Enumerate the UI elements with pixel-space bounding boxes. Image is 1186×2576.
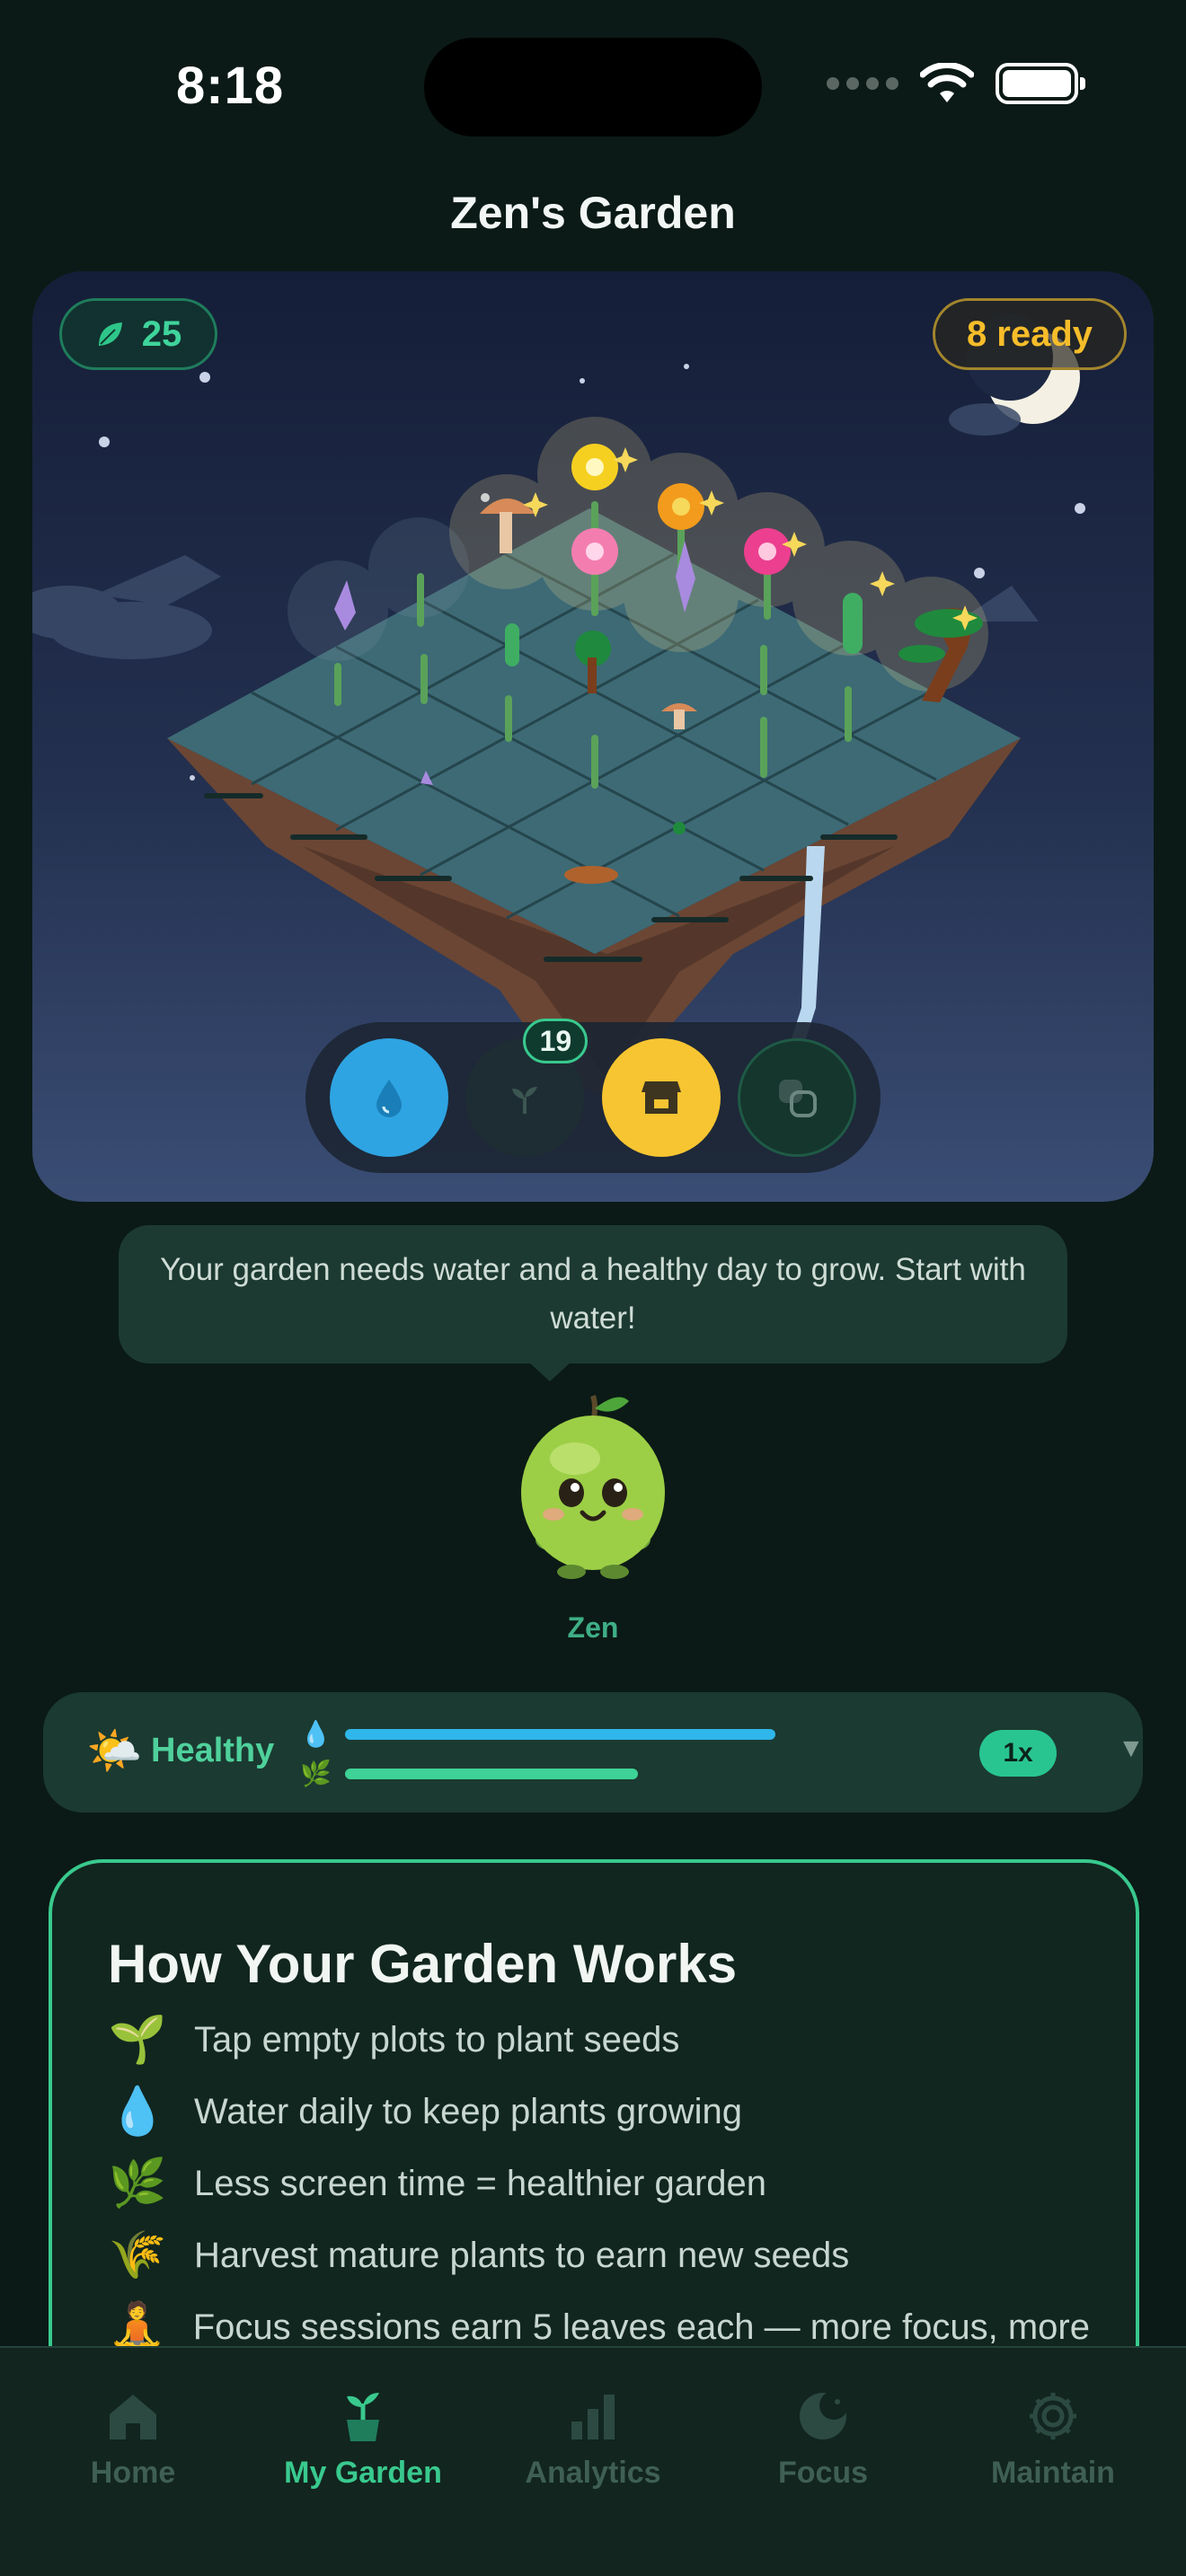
garden-health-bar[interactable]: 🌤️ Healthy 💧 🌿 1x ▼	[43, 1692, 1145, 1813]
speech-bubble-tail	[528, 1362, 571, 1381]
herb-icon: 🌿	[300, 1760, 332, 1787]
health-level-bar	[345, 1768, 638, 1779]
status-time: 8:18	[176, 57, 285, 115]
water-level-bar	[345, 1728, 775, 1740]
sprout-pot-icon	[347, 2393, 379, 2441]
merge-icon	[778, 1080, 817, 1117]
tab-my-garden[interactable]: My Garden	[255, 2348, 471, 2576]
page-title: Zen's Garden	[450, 188, 736, 238]
tab-maintain[interactable]: Maintain	[945, 2348, 1161, 2576]
wifi-icon	[920, 63, 974, 102]
health-status: Healthy	[151, 1732, 275, 1769]
gear-icon	[1030, 2393, 1076, 2439]
bar-chart-icon	[571, 2395, 615, 2439]
garden-scene[interactable]: 25 8 ready 19	[32, 271, 1154, 1202]
merge-button[interactable]	[737, 1038, 856, 1157]
tab-bar: Home My Garden Analytics Focus Maintain	[0, 2346, 1186, 2576]
partly-sunny-icon: 🌤️	[86, 1725, 143, 1776]
list-item: 🌿 Less screen time = healthier garden	[108, 2157, 1096, 2210]
tab-home[interactable]: Home	[25, 2348, 241, 2576]
water-drop-icon: 💧	[108, 2086, 167, 2138]
list-item: 💧 Water daily to keep plants growing	[108, 2086, 1096, 2138]
tab-label: My Garden	[284, 2456, 442, 2490]
moon-icon	[800, 2391, 848, 2439]
sprout-icon	[512, 1087, 538, 1114]
shop-icon	[641, 1081, 681, 1114]
tab-label: Analytics	[525, 2456, 661, 2490]
seed-count-badge: 19	[523, 1019, 589, 1063]
water-button[interactable]	[330, 1038, 449, 1157]
tab-label: Home	[90, 2456, 176, 2490]
ready-count-badge[interactable]: 8 ready	[933, 298, 1127, 370]
wheat-icon: 🌾	[108, 2229, 167, 2281]
status-bar: 8:18	[0, 0, 1186, 171]
cellular-signal-icon	[827, 77, 898, 90]
leaf-icon	[98, 322, 122, 346]
status-icons	[827, 63, 1085, 104]
tab-label: Maintain	[991, 2456, 1115, 2490]
tab-focus[interactable]: Focus	[715, 2348, 931, 2576]
tab-label: Focus	[777, 2456, 869, 2490]
tab-analytics[interactable]: Analytics	[485, 2348, 701, 2576]
leaf-count: 25	[141, 313, 182, 354]
plant-seed-button[interactable]: 19	[465, 1019, 589, 1157]
leaf-balance: 25	[59, 298, 217, 370]
speed-badge[interactable]: 1x	[979, 1730, 1057, 1777]
dynamic-island	[424, 38, 762, 137]
battery-icon	[996, 63, 1085, 104]
herb-icon: 🌿	[108, 2157, 167, 2210]
mascot-avatar[interactable]	[503, 1387, 683, 1584]
chevron-down-icon[interactable]: ▼	[1118, 1734, 1145, 1764]
list-item-text: Water daily to keep plants growing	[194, 2092, 742, 2131]
list-item-text: Tap empty plots to plant seeds	[194, 2020, 680, 2060]
seedling-icon: 🌱	[108, 2014, 167, 2066]
water-meter: 💧	[300, 1719, 775, 1749]
house-icon	[110, 2395, 156, 2439]
shop-button[interactable]	[601, 1038, 721, 1157]
water-drop-icon: 💧	[300, 1720, 332, 1748]
list-item-text: Harvest mature plants to earn new seeds	[194, 2236, 850, 2275]
mascot-name: Zen	[567, 1611, 619, 1644]
list-item: 🌾 Harvest mature plants to earn new seed…	[108, 2229, 1096, 2281]
mascot-speech-bubble: Your garden needs water and a healthy da…	[119, 1225, 1067, 1363]
health-meter: 🌿	[300, 1759, 638, 1788]
list-item-text: Less screen time = healthier garden	[194, 2164, 767, 2203]
water-drop-icon	[376, 1080, 403, 1117]
list-item: 🌱 Tap empty plots to plant seeds	[108, 2014, 1096, 2066]
how-it-works-title: How Your Garden Works	[108, 1934, 738, 1994]
garden-action-dock: 19	[305, 1019, 881, 1173]
